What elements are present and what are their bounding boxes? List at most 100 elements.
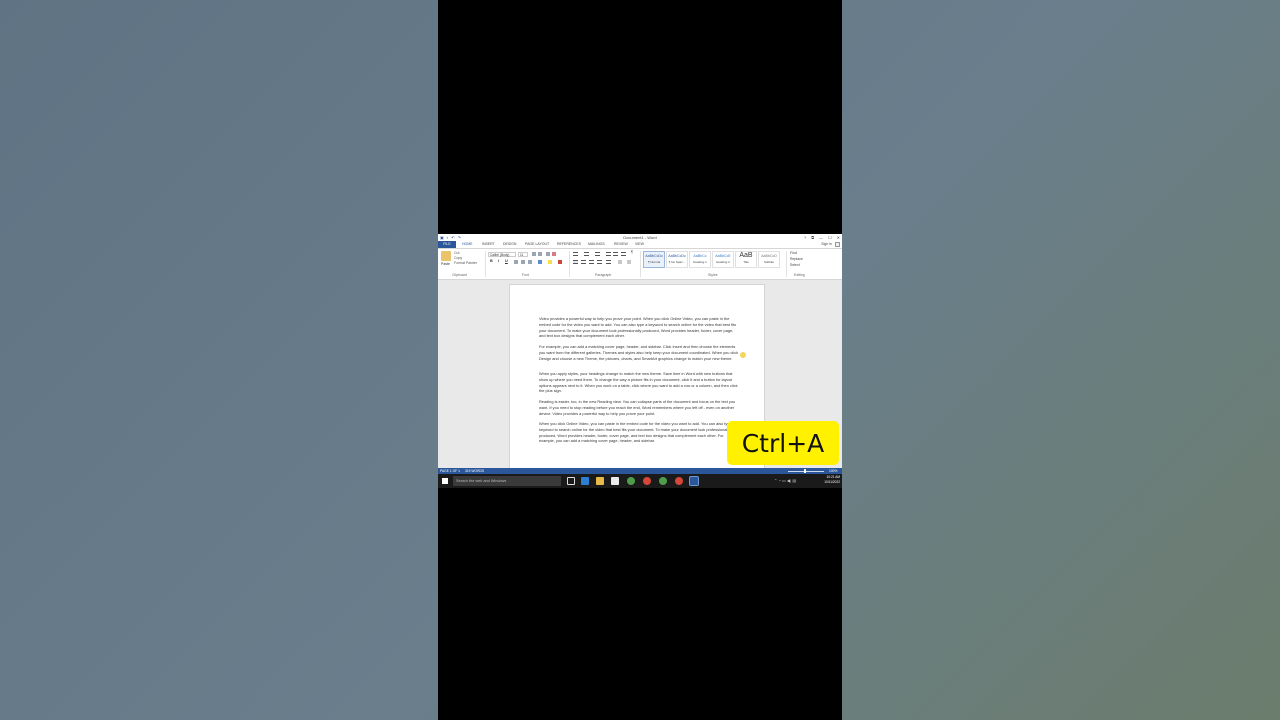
style-sample: AaBbCcDc xyxy=(668,254,686,258)
bold-button[interactable]: B xyxy=(490,259,493,264)
style-heading-1[interactable]: AaBbCc Heading 1 xyxy=(689,251,711,268)
edge-icon[interactable] xyxy=(581,477,589,485)
ribbon-display-button[interactable]: ⧉ xyxy=(811,235,814,240)
font-size-select[interactable]: 11 xyxy=(518,252,528,257)
ribbon-home: Paste Cut Copy Format Painter Clipboard … xyxy=(438,249,842,280)
decrease-indent-icon[interactable] xyxy=(606,252,611,256)
paragraph-group-label: Paragraph xyxy=(595,273,612,277)
zoom-slider[interactable] xyxy=(788,470,824,472)
align-right-icon[interactable] xyxy=(589,260,594,264)
find-button[interactable]: Find xyxy=(790,251,797,255)
sign-in-link[interactable]: Sign in xyxy=(821,242,832,247)
chrome-icon[interactable] xyxy=(627,477,635,485)
italic-button[interactable]: I xyxy=(498,259,499,264)
word-taskbar-icon[interactable] xyxy=(689,476,699,486)
multilevel-list-icon[interactable] xyxy=(595,252,600,256)
style-name: ¶ Normal xyxy=(647,260,661,264)
font-name-select[interactable]: Calibri (Body) xyxy=(488,252,516,257)
video-frame: ▣ ▪ ↶ ↷ Document1 - Word ? ⧉ — ☐ ✕ FILE … xyxy=(438,0,842,720)
minimize-button[interactable]: — xyxy=(819,235,823,240)
clear-formatting-icon[interactable] xyxy=(552,252,556,256)
font-color-icon[interactable] xyxy=(558,260,562,264)
shrink-font-icon[interactable] xyxy=(538,252,542,256)
store-icon[interactable] xyxy=(611,477,619,485)
tab-page-layout[interactable]: PAGE LAYOUT xyxy=(525,242,549,247)
text-effects-icon[interactable] xyxy=(538,260,542,264)
style-title[interactable]: AaB Title xyxy=(735,251,757,268)
center-icon[interactable] xyxy=(581,260,586,264)
document-paragraph[interactable]: For example, you can add a matching cove… xyxy=(539,344,739,361)
increase-indent-icon[interactable] xyxy=(613,252,618,256)
paste-icon[interactable] xyxy=(441,251,451,261)
tab-file[interactable]: FILE xyxy=(438,241,456,248)
document-paragraph[interactable]: When you click Online Video, you can pas… xyxy=(539,421,739,444)
windows-start-icon[interactable] xyxy=(442,478,448,484)
select-button[interactable]: Select xyxy=(790,263,800,267)
align-left-icon[interactable] xyxy=(573,260,578,264)
change-case-icon[interactable] xyxy=(546,252,550,256)
divider xyxy=(485,251,486,277)
line-spacing-icon[interactable] xyxy=(606,260,611,264)
ribbon-tabs: FILE HOME INSERT DESIGN PAGE LAYOUT REFE… xyxy=(438,241,842,249)
close-button[interactable]: ✕ xyxy=(837,235,840,240)
style-name: Subtitle xyxy=(763,260,774,264)
divider xyxy=(569,251,570,277)
title-bar: ▣ ▪ ↶ ↷ Document1 - Word ? ⧉ — ☐ ✕ xyxy=(438,234,842,241)
windows-taskbar: Search the web and Windows ⌃ ◔ ▭ ◀) ▤ 10… xyxy=(438,474,842,488)
style-name: ¶ No Spac... xyxy=(668,260,686,264)
sort-icon[interactable] xyxy=(621,252,626,256)
search-placeholder: Search the web and Windows xyxy=(456,479,507,483)
borders-icon[interactable] xyxy=(627,260,631,264)
style-sample: AaBbCcD xyxy=(761,254,777,258)
strikethrough-icon[interactable] xyxy=(514,260,518,264)
tab-references[interactable]: REFERENCES xyxy=(557,242,581,247)
document-paragraph[interactable]: Reading is easier, too, in the new Readi… xyxy=(539,399,739,416)
style-heading-2[interactable]: AaBbCcE Heading 2 xyxy=(712,251,734,268)
chrome-icon[interactable] xyxy=(643,477,651,485)
tab-insert[interactable]: INSERT xyxy=(482,242,495,247)
style-name: Heading 1 xyxy=(693,260,707,264)
highlight-icon[interactable] xyxy=(548,260,552,264)
avatar[interactable] xyxy=(835,242,840,247)
system-tray-icons[interactable]: ⌃ ◔ ▭ ◀) ▤ xyxy=(774,478,796,484)
tab-view[interactable]: VIEW xyxy=(635,242,644,247)
show-marks-button[interactable]: ¶ xyxy=(631,250,633,255)
task-view-icon[interactable] xyxy=(567,477,575,485)
tab-review[interactable]: REVIEW xyxy=(614,242,628,247)
grow-font-icon[interactable] xyxy=(532,252,536,256)
maximize-button[interactable]: ☐ xyxy=(828,235,832,240)
replace-button[interactable]: Replace xyxy=(790,257,803,261)
window-controls: ? ⧉ — ☐ ✕ xyxy=(804,235,840,240)
window-title: Document1 - Word xyxy=(623,235,657,240)
format-painter-button[interactable]: Format Painter xyxy=(454,261,477,265)
subscript-icon[interactable] xyxy=(521,260,525,264)
document-paragraph[interactable]: Video provides a powerful way to help yo… xyxy=(539,316,739,339)
bullets-icon[interactable] xyxy=(573,252,578,256)
tab-mailings[interactable]: MAILINGS xyxy=(588,242,605,247)
document-paragraph[interactable]: When you apply styles, your headings cha… xyxy=(539,371,739,394)
underline-button[interactable]: U xyxy=(505,259,508,264)
numbering-icon[interactable] xyxy=(584,252,589,256)
zoom-slider-handle[interactable] xyxy=(804,469,806,473)
paste-button[interactable]: Paste xyxy=(441,262,450,266)
help-button[interactable]: ? xyxy=(804,235,806,240)
style-subtitle[interactable]: AaBbCcD Subtitle xyxy=(758,251,780,268)
file-explorer-icon[interactable] xyxy=(596,477,604,485)
tab-design[interactable]: DESIGN xyxy=(503,242,516,247)
shading-icon[interactable] xyxy=(618,260,622,264)
superscript-icon[interactable] xyxy=(528,260,532,264)
cut-button[interactable]: Cut xyxy=(454,251,459,255)
style-no-spacing[interactable]: AaBbCcDc ¶ No Spac... xyxy=(666,251,688,268)
taskbar-clock[interactable]: 10:21 AM 10/11/2022 xyxy=(824,475,840,485)
copy-button[interactable]: Copy xyxy=(454,256,462,260)
shortcut-badge: Ctrl+A xyxy=(727,421,839,465)
tab-home[interactable]: HOME xyxy=(462,242,473,247)
style-normal[interactable]: AaBbCcDc ¶ Normal xyxy=(643,251,665,268)
style-sample: AaB xyxy=(739,252,753,259)
chrome-icon[interactable] xyxy=(675,477,683,485)
taskbar-search-box[interactable]: Search the web and Windows xyxy=(453,476,561,486)
justify-icon[interactable] xyxy=(597,260,602,264)
styles-group-label: Styles xyxy=(708,273,718,277)
chrome-icon[interactable] xyxy=(659,477,667,485)
style-name: Title xyxy=(743,260,749,264)
